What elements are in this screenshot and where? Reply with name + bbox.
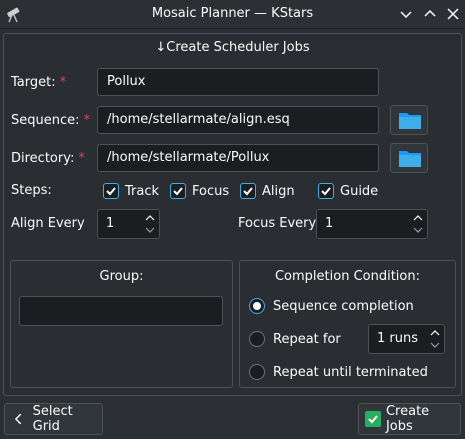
sequence-input[interactable]: /home/stellarmate/align.esq (97, 106, 379, 134)
align-every-label: Align Every (11, 216, 85, 231)
folder-icon (399, 151, 421, 167)
step-track-checkbox[interactable]: Track (103, 183, 159, 199)
step-guide-checkbox[interactable]: Guide (318, 183, 378, 199)
down-arrow-icon: ↓ (155, 40, 167, 55)
required-mark: * (83, 113, 91, 128)
maximize-button[interactable] (420, 4, 440, 24)
minimize-button[interactable] (396, 4, 416, 24)
directory-label: Directory: * (11, 151, 85, 166)
spin-arrows-icon (413, 215, 423, 233)
folder-icon (399, 113, 421, 129)
repeat-until-terminated-radio[interactable]: Repeat until terminated (249, 364, 428, 380)
required-mark: * (59, 75, 67, 90)
target-label: Target: * (11, 75, 67, 90)
sequence-label: Sequence: * (11, 113, 91, 128)
select-grid-button[interactable]: Select Grid (4, 403, 103, 435)
steps-label: Steps: (11, 183, 52, 198)
align-every-spinbox[interactable]: 1 (97, 209, 160, 239)
step-focus-checkbox[interactable]: Focus (170, 183, 229, 199)
group-box: Group: (10, 260, 233, 388)
required-mark: * (78, 151, 86, 166)
radio-selected-icon (249, 298, 265, 314)
close-button[interactable] (443, 4, 463, 24)
radio-unselected-icon (249, 331, 265, 347)
spin-arrows-icon (430, 330, 440, 348)
focus-every-spinbox[interactable]: 1 (316, 209, 428, 239)
completion-title: Completion Condition: (274, 269, 420, 284)
target-input[interactable]: Pollux (97, 68, 379, 96)
group-input[interactable] (19, 296, 223, 326)
chevron-left-icon (14, 413, 22, 425)
checkbox-checked-icon (170, 183, 186, 199)
focus-every-label: Focus Every (238, 216, 317, 231)
checkmark-icon (365, 411, 381, 427)
repeat-for-radio[interactable]: Repeat for (249, 331, 341, 347)
group-title: Group: (99, 269, 144, 284)
panel-header: ↓Create Scheduler Jobs (0, 40, 465, 55)
title-bar: Mosaic Planner — KStars (0, 0, 465, 29)
directory-input[interactable]: /home/stellarmate/Pollux (97, 144, 379, 172)
sequence-browse-button[interactable] (390, 105, 428, 135)
directory-browse-button[interactable] (390, 143, 428, 173)
checkbox-checked-icon (240, 183, 256, 199)
repeat-runs-spinbox[interactable]: 1 runs (368, 324, 445, 354)
radio-unselected-icon (249, 364, 265, 380)
sequence-completion-radio[interactable]: Sequence completion (249, 298, 414, 314)
checkbox-checked-icon (318, 183, 334, 199)
checkbox-checked-icon (103, 183, 119, 199)
step-align-checkbox[interactable]: Align (240, 183, 295, 199)
create-jobs-button[interactable]: Create Jobs (358, 403, 461, 435)
spin-arrows-icon (145, 215, 155, 233)
panel-header-title: Create Scheduler Jobs (166, 40, 310, 55)
